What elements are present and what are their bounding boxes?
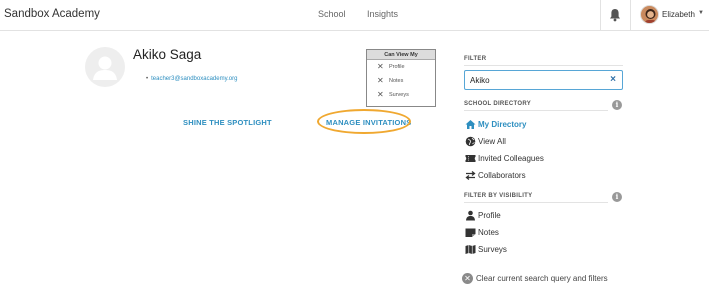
can-view-item-label: Profile xyxy=(389,64,405,70)
filter-input[interactable]: Akiko × xyxy=(464,70,623,90)
filter-heading: FILTER xyxy=(464,56,487,62)
x-icon: ✕ xyxy=(377,76,384,85)
brand-title[interactable]: Sandbox Academy xyxy=(4,8,100,20)
nav-insights[interactable]: Insights xyxy=(367,9,398,19)
nav-school[interactable]: School xyxy=(318,9,346,19)
note-icon xyxy=(465,228,476,237)
ticket-icon xyxy=(465,155,476,162)
x-icon: ✕ xyxy=(377,62,384,71)
person-icon xyxy=(466,210,475,221)
can-view-header: Can View My xyxy=(367,50,435,60)
sidebar-item-label: Surveys xyxy=(478,244,507,254)
swap-arrows-icon xyxy=(465,170,476,181)
info-icon[interactable]: i xyxy=(612,100,622,110)
profile-email-link[interactable]: teacher3@sandboxacademy.org xyxy=(151,76,237,82)
clear-search-and-filters-label: Clear current search query and filters xyxy=(476,274,608,283)
can-view-panel: Can View My ✕ Profile ✕ Notes ✕ Surveys xyxy=(366,49,436,107)
can-view-item-label: Surveys xyxy=(389,92,409,98)
shine-the-spotlight-link[interactable]: SHINE THE SPOTLIGHT xyxy=(183,118,272,127)
bullet-icon: • xyxy=(146,76,149,82)
bell-icon[interactable] xyxy=(609,8,621,22)
user-avatar[interactable] xyxy=(640,5,659,24)
home-icon xyxy=(465,120,476,129)
sidebar-item-label: View All xyxy=(478,136,506,146)
filter-by-visibility-heading: FILTER BY VISIBILITY xyxy=(464,193,533,199)
manage-invitations-link[interactable]: MANAGE INVITATIONS xyxy=(326,118,411,127)
info-icon[interactable]: i xyxy=(612,192,622,202)
divider xyxy=(464,110,608,111)
clear-circle-icon: ✕ xyxy=(462,273,473,284)
divider xyxy=(464,202,608,203)
profile-avatar xyxy=(85,47,125,87)
clear-filter-icon[interactable]: × xyxy=(610,74,616,85)
globe-icon xyxy=(465,136,476,147)
divider xyxy=(464,65,623,66)
profile-email-item: • teacher3@sandboxacademy.org xyxy=(146,76,237,82)
x-icon: ✕ xyxy=(377,90,384,99)
chevron-down-icon[interactable]: ▼ xyxy=(698,10,704,16)
school-directory-heading: SCHOOL DIRECTORY xyxy=(464,101,532,107)
can-view-item-profile[interactable]: ✕ Profile xyxy=(367,60,435,74)
profile-name: Akiko Saga xyxy=(133,47,202,62)
sidebar-item-label: Invited Colleagues xyxy=(478,153,544,163)
can-view-item-surveys[interactable]: ✕ Surveys xyxy=(367,88,435,102)
can-view-item-notes[interactable]: ✕ Notes xyxy=(367,74,435,88)
user-menu-name[interactable]: Elizabeth xyxy=(662,10,695,19)
map-icon xyxy=(465,245,476,254)
sidebar-item-label: Notes xyxy=(478,227,499,237)
topbar-divider xyxy=(630,0,631,31)
sidebar-item-label: Profile xyxy=(478,210,501,220)
can-view-item-label: Notes xyxy=(389,78,404,84)
sidebar-item-label: Collaborators xyxy=(478,170,526,180)
topbar-divider xyxy=(600,0,601,31)
filter-input-value[interactable]: Akiko xyxy=(470,76,490,85)
top-navigation-bar: Sandbox Academy School Insights Elizabet… xyxy=(0,0,709,31)
sidebar-item-label: My Directory xyxy=(478,119,527,129)
